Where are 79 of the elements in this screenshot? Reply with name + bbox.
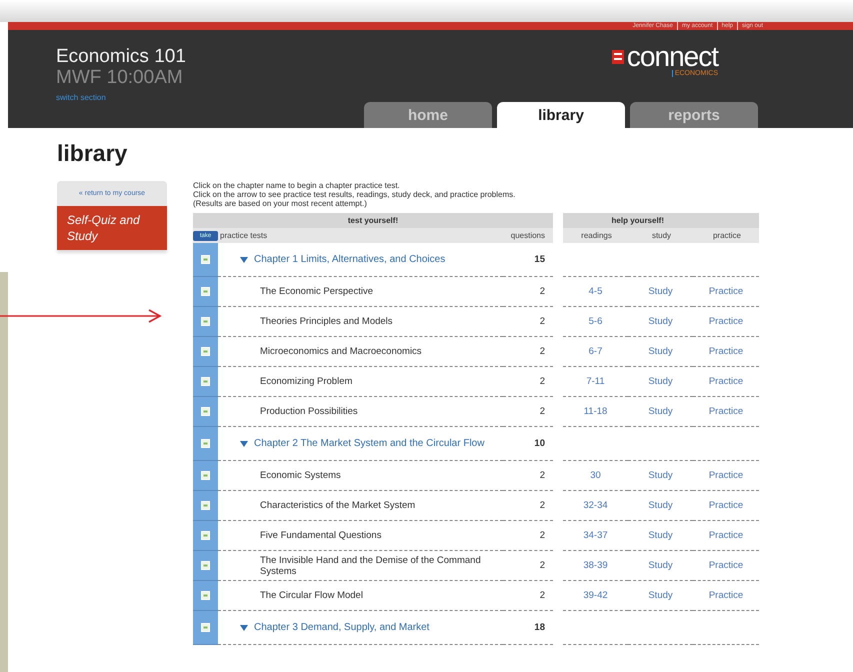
column-header: study — [628, 228, 693, 243]
practice-link[interactable]: Practice — [708, 346, 744, 357]
practice-link[interactable]: Practice — [708, 530, 744, 541]
readings-link[interactable]: 7-11 — [586, 376, 605, 387]
readings-link[interactable]: 11-18 — [584, 406, 608, 417]
logo-wordmark: connect — [626, 44, 718, 70]
section-name: Theories Principles and Models — [260, 316, 393, 327]
section-name: The Economic Perspective — [260, 286, 373, 297]
section-name: Production Possibilities — [260, 406, 358, 417]
expanded-triangle-icon[interactable] — [240, 440, 248, 448]
study-link[interactable]: Study — [648, 470, 673, 481]
readings-link[interactable]: 38-39 — [583, 560, 608, 571]
readings-link[interactable]: 5-6 — [588, 316, 602, 327]
study-link[interactable]: Study — [648, 316, 673, 327]
practice-link[interactable]: Practice — [708, 316, 744, 327]
page-title: library — [57, 140, 128, 167]
practice-link[interactable]: Practice — [708, 560, 744, 571]
section-name: Economizing Problem — [260, 376, 352, 387]
section-name: Characteristics of the Market System — [260, 500, 416, 511]
study-link[interactable]: Study — [648, 500, 673, 511]
column-header: practice tests — [218, 228, 503, 243]
nav-tab[interactable]: library — [497, 102, 625, 128]
checkbox-icon[interactable] — [201, 287, 210, 296]
section-name: The Invisible Hand and the Demise of the Command Systems — [260, 554, 482, 576]
checkbox-icon[interactable] — [201, 501, 210, 510]
practice-link[interactable]: Practice — [708, 286, 744, 297]
logo-mark-icon — [612, 50, 624, 64]
checkbox-icon[interactable] — [201, 407, 210, 416]
checkbox-icon[interactable] — [201, 623, 210, 632]
expanded-triangle-icon[interactable] — [240, 624, 248, 632]
study-link[interactable]: Study — [648, 286, 673, 297]
readings-link[interactable]: 4-5 — [588, 286, 602, 297]
checkbox-icon[interactable] — [201, 347, 210, 356]
readings-link[interactable]: 32-34 — [583, 500, 608, 511]
chapter-link[interactable]: Chapter 1 Limits, Alternatives, and Choices — [254, 254, 446, 266]
study-link[interactable]: Study — [648, 406, 673, 417]
study-link[interactable]: Study — [648, 590, 673, 601]
chapter-link[interactable]: Chapter 3 Demand, Supply, and Market — [254, 622, 430, 634]
readings-link[interactable]: 30 — [590, 470, 601, 481]
readings-link[interactable]: 39-42 — [583, 590, 608, 601]
instruction-text: Click on the chapter name to begin a chapter practice test. — [193, 181, 401, 190]
column-header: practice — [693, 228, 759, 243]
checkbox-icon[interactable] — [201, 561, 210, 570]
column-header: readings — [563, 228, 628, 243]
study-link[interactable]: Study — [648, 530, 673, 541]
section-name: Five Fundamental Questions — [260, 530, 382, 541]
practice-link[interactable]: Practice — [708, 376, 744, 387]
nav-tab[interactable]: home — [364, 102, 492, 128]
readings-link[interactable]: 34-37 — [583, 530, 608, 541]
instruction-text: (Results are based on your most recent attempt.) — [193, 199, 368, 208]
course-schedule: MWF 10:00AM — [56, 68, 184, 87]
checkbox-icon[interactable] — [201, 471, 210, 480]
checkbox-icon[interactable] — [201, 377, 210, 386]
checkbox-icon[interactable] — [201, 317, 210, 326]
switch-section-link[interactable]: switch section — [56, 93, 106, 102]
practice-link[interactable]: Practice — [708, 470, 744, 481]
checkbox-icon[interactable] — [201, 255, 210, 264]
study-link[interactable]: Study — [648, 376, 673, 387]
readings-link[interactable]: 6-7 — [588, 346, 602, 357]
section-name: Microeconomics and Macroeconomics — [260, 346, 422, 357]
checkbox-icon[interactable] — [201, 439, 210, 448]
chapter-link[interactable]: Chapter 2 The Market System and the Circular Flow — [254, 438, 484, 450]
checkbox-icon[interactable] — [201, 591, 210, 600]
practice-link[interactable]: Practice — [708, 406, 744, 417]
instruction-text: Click on the arrow to see practice test results, readings, study deck, and practice problems. — [193, 190, 516, 199]
section-name: Economic Systems — [260, 470, 341, 481]
section-name: The Circular Flow Model — [260, 590, 363, 601]
course-title: Economics 101 — [56, 46, 186, 68]
practice-link[interactable]: Practice — [708, 590, 744, 601]
practice-link[interactable]: Practice — [708, 500, 744, 511]
column-header: questions — [503, 228, 553, 243]
expanded-triangle-icon[interactable] — [240, 256, 248, 264]
column-group-header: help yourself! — [563, 213, 759, 228]
study-link[interactable]: Study — [648, 560, 673, 571]
study-link[interactable]: Study — [648, 346, 673, 357]
nav-tab[interactable]: reports — [630, 102, 758, 128]
column-group-header: test yourself! — [193, 213, 553, 228]
sidebar-item[interactable]: Self-Quiz and Study — [57, 206, 167, 250]
checkbox-icon[interactable] — [201, 531, 210, 540]
